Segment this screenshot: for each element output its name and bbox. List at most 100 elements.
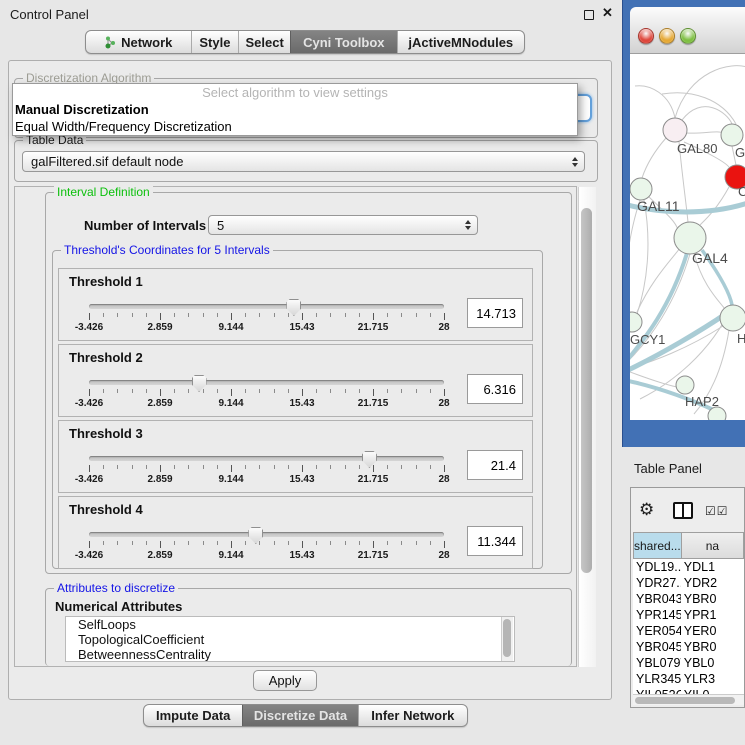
tab-label: Style xyxy=(199,35,230,50)
network-edge xyxy=(642,138,666,178)
table-row[interactable]: YBR045CYBR0 xyxy=(633,639,744,655)
tab-infer-network[interactable]: Infer Network xyxy=(358,705,467,726)
table-row[interactable]: YDL19...YDL1 xyxy=(633,559,744,575)
network-edge xyxy=(635,86,675,118)
tick-label: 21.715 xyxy=(358,322,389,333)
tick-label: -3.426 xyxy=(75,398,103,409)
network-edge xyxy=(637,200,648,314)
threshold-value-input[interactable] xyxy=(467,526,523,556)
slider-ticks xyxy=(89,313,444,321)
number-of-intervals-label: Number of Intervals xyxy=(84,218,206,233)
attribute-item[interactable]: SelfLoops xyxy=(66,617,514,632)
numerical-attributes-list[interactable]: SelfLoopsTopologicalCoefficientBetweenne… xyxy=(65,616,515,662)
gear-icon[interactable]: ⚙ xyxy=(639,500,654,520)
dropdown-option-manual-discretization[interactable]: Manual Discretization xyxy=(13,101,577,118)
tick-label: 2.859 xyxy=(147,322,172,333)
threshold-value-input[interactable] xyxy=(467,298,523,328)
tab-discretize-data[interactable]: Discretize Data xyxy=(242,705,357,726)
network-window-titlebar[interactable] xyxy=(630,7,745,54)
bottom-tab-bar: Impute Data Discretize Data Infer Networ… xyxy=(143,704,468,727)
cell-name: YLR3 xyxy=(681,671,744,687)
attribute-item[interactable]: TopologicalCoefficient xyxy=(66,632,514,647)
cell-shared-name: YBR043C xyxy=(633,591,681,607)
network-canvas[interactable]: GAL80GACGAL11GAL4GCY1HHAP2 xyxy=(630,54,745,420)
table-header-row: shared... na xyxy=(633,532,744,559)
dropdown-hint: Select algorithm to view settings xyxy=(13,84,577,101)
table-row[interactable]: YLR345WYLR3 xyxy=(633,671,744,687)
float-panel-icon[interactable] xyxy=(584,10,594,20)
select-columns-icons[interactable]: ☑☑ xyxy=(705,504,729,518)
network-node[interactable] xyxy=(663,118,687,142)
tick-label: 9.144 xyxy=(218,322,243,333)
tick-label: 21.715 xyxy=(358,550,389,561)
tab-style[interactable]: Style xyxy=(191,31,239,53)
panel-title: Control Panel xyxy=(10,7,89,22)
cell-shared-name: YBR045C xyxy=(633,639,681,655)
close-light-icon[interactable] xyxy=(638,28,654,44)
vertical-scrollbar-thumb[interactable] xyxy=(581,208,592,573)
tick-label: 9.144 xyxy=(218,550,243,561)
tab-network[interactable]: Network xyxy=(86,31,191,53)
minimize-light-icon[interactable] xyxy=(659,28,675,44)
table-row[interactable]: YDR27...YDR2 xyxy=(633,575,744,591)
slider-tick-labels: -3.4262.8599.14415.4321.71528 xyxy=(89,550,444,562)
network-node[interactable] xyxy=(676,376,694,394)
tick-label: 2.859 xyxy=(147,550,172,561)
column-header-shared-name[interactable]: shared... xyxy=(633,532,682,559)
cell-name: YBL0 xyxy=(681,655,744,671)
slider-track[interactable] xyxy=(89,456,444,461)
threshold-panel: Threshold 3-3.4262.8599.14415.4321.71528 xyxy=(58,420,533,493)
tick-label: -3.426 xyxy=(75,550,103,561)
number-of-intervals-spinner[interactable]: 5 xyxy=(208,215,478,235)
group-title: Interval Definition xyxy=(54,185,153,199)
column-header-name[interactable]: na xyxy=(682,532,744,559)
table-row[interactable]: YBR043CYBR0 xyxy=(633,591,744,607)
tick-label: 15.43 xyxy=(289,398,314,409)
cell-name: YPR1 xyxy=(681,607,744,623)
tick-label: 28 xyxy=(438,398,449,409)
table-panel-title: Table Panel xyxy=(634,461,702,476)
dropdown-option-equal-width[interactable]: Equal Width/Frequency Discretization xyxy=(13,118,577,135)
threshold-list: Threshold 1-3.4262.8599.14415.4321.71528… xyxy=(58,268,533,572)
tab-cyni-toolbox[interactable]: Cyni Toolbox xyxy=(290,31,397,53)
tick-label: 9.144 xyxy=(218,474,243,485)
slider-track[interactable] xyxy=(89,304,444,309)
slider-tick-labels: -3.4262.8599.14415.4321.71528 xyxy=(89,474,444,486)
threshold-value-input[interactable] xyxy=(467,450,523,480)
network-edge xyxy=(675,66,745,118)
threshold-value-input[interactable] xyxy=(467,374,523,404)
network-node[interactable] xyxy=(630,312,642,332)
cell-name: YBR0 xyxy=(681,639,744,655)
group-title: Attributes to discretize xyxy=(54,581,178,595)
table-row[interactable]: YBL079WYBL0 xyxy=(633,655,744,671)
tick-label: 21.715 xyxy=(358,398,389,409)
tab-label: Network xyxy=(121,35,172,50)
table-row[interactable]: YPR145WYPR1 xyxy=(633,607,744,623)
tab-jactivemnodules[interactable]: jActiveMNodules xyxy=(397,31,524,53)
tick-label: -3.426 xyxy=(75,322,103,333)
slider-track[interactable] xyxy=(89,380,444,385)
table-rows: YDL19...YDL1YDR27...YDR2YBR043CYBR0YPR14… xyxy=(633,559,744,703)
network-node[interactable] xyxy=(720,305,745,331)
columns-icon[interactable] xyxy=(673,502,693,519)
table-toolbar: ⚙ ☑☑ xyxy=(631,488,744,532)
node-label: H xyxy=(737,331,745,346)
tab-impute-data[interactable]: Impute Data xyxy=(144,705,242,726)
horizontal-scrollbar[interactable] xyxy=(633,694,744,705)
attribute-item[interactable]: BetweennessCentrality xyxy=(66,647,514,662)
network-node[interactable] xyxy=(630,178,652,200)
tab-label: Cyni Toolbox xyxy=(303,35,384,50)
tab-label: Impute Data xyxy=(156,708,230,723)
network-node[interactable] xyxy=(721,124,743,146)
attributes-scrollbar-thumb[interactable] xyxy=(503,619,511,657)
apply-button[interactable]: Apply xyxy=(253,670,317,691)
table-data-combobox[interactable]: galFiltered.sif default node xyxy=(22,151,585,172)
horizontal-scrollbar-thumb[interactable] xyxy=(635,697,735,704)
close-panel-icon[interactable]: ✕ xyxy=(602,5,613,21)
table-row[interactable]: YER054CYER0 xyxy=(633,623,744,639)
zoom-light-icon[interactable] xyxy=(680,28,696,44)
screen: Control Panel ✕ Network Style Select Cyn… xyxy=(0,0,745,745)
slider-tick-labels: -3.4262.8599.14415.4321.71528 xyxy=(89,398,444,410)
tab-select[interactable]: Select xyxy=(238,31,290,53)
slider-track[interactable] xyxy=(89,532,444,537)
